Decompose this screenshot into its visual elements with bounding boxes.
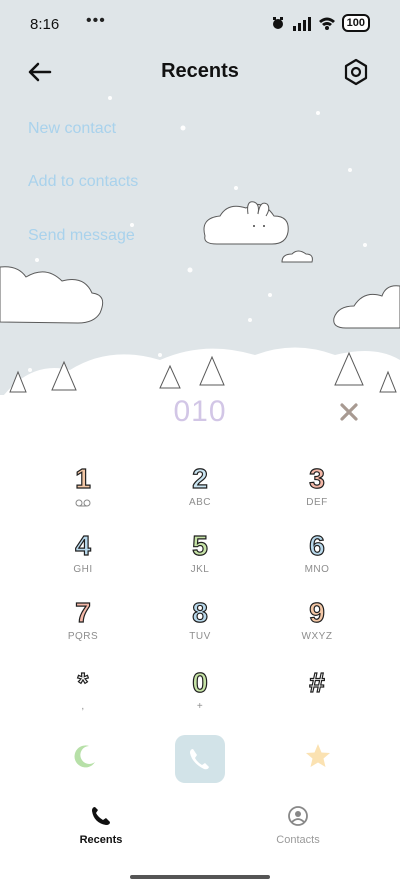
key-6[interactable]: 6 MNO [262,529,372,590]
tab-contacts[interactable]: Contacts [238,805,358,846]
status-bar: 8:16 ••• 100 [0,0,400,50]
key-letters: GHI [73,564,93,575]
wifi-icon [318,17,335,30]
home-indicator [130,875,270,879]
dial-pad: 010 1 2 ABC 3 DEF 4 GHI 5 JKL 6 MNO 7 PQ… [0,395,400,888]
key-digit: * [77,666,89,698]
key-digit: 4 [75,529,92,561]
add-to-contacts-link[interactable]: Add to contacts [28,173,138,191]
new-contact-link[interactable]: New contact [28,120,116,138]
key-letters: ABC [188,497,212,508]
star-icon[interactable] [304,742,332,770]
key-digit: 7 [75,596,92,628]
key-5[interactable]: 5 JKL [145,529,255,590]
key-star[interactable]: * , [28,666,138,727]
key-digit: 6 [309,529,326,561]
alarm-icon [272,17,283,29]
key-4[interactable]: 4 GHI [28,529,138,590]
call-button[interactable] [175,735,225,783]
key-letters: JKL [190,564,210,575]
key-digit: 3 [309,462,326,494]
key-7[interactable]: 7 PQRS [28,596,138,657]
key-digit: # [309,666,326,698]
key-digit: 1 [75,462,92,494]
key-letters: MNO [304,564,330,575]
signal-icon [292,17,311,31]
key-hash[interactable]: # [262,666,372,727]
key-1[interactable]: 1 [28,462,138,523]
send-message-link[interactable]: Send message [28,227,135,245]
backspace-icon[interactable] [338,401,360,423]
tab-recents[interactable]: Recents [41,805,161,846]
key-letters: PQRS [67,631,99,642]
status-icons: 100 [270,14,370,32]
key-digit: 9 [309,596,326,628]
moon-icon[interactable] [69,742,97,770]
key-letters: + [196,701,204,712]
phone-icon [92,807,110,825]
key-8[interactable]: 8 TUV [145,596,255,657]
key-letters: , [81,701,85,712]
phone-icon [190,749,209,770]
settings-icon[interactable] [340,56,372,88]
key-0[interactable]: 0 + [145,666,255,727]
key-digit: 2 [192,462,209,494]
key-digit: 0 [192,666,209,698]
key-2[interactable]: 2 ABC [145,462,255,523]
key-3[interactable]: 3 DEF [262,462,372,523]
key-9[interactable]: 9 WXYZ [262,596,372,657]
key-letters: WXYZ [301,631,333,642]
key-digit: 5 [192,529,209,561]
key-letters: DEF [306,497,328,508]
key-digit: 8 [192,596,209,628]
status-time: 8:16 [30,16,60,33]
contact-icon [288,806,308,826]
header-background: 8:16 ••• 100 Recents New contact Add to … [0,0,400,410]
battery-indicator: 100 [341,14,370,32]
bottom-navigation: Recents Contacts [0,805,400,865]
voicemail-icon [75,499,91,507]
more-notifications-icon: ••• [86,12,106,29]
tab-contacts-label: Contacts [276,834,320,846]
app-header: Recents [0,52,400,92]
tab-recents-label: Recents [79,834,123,846]
key-letters: TUV [189,631,211,642]
